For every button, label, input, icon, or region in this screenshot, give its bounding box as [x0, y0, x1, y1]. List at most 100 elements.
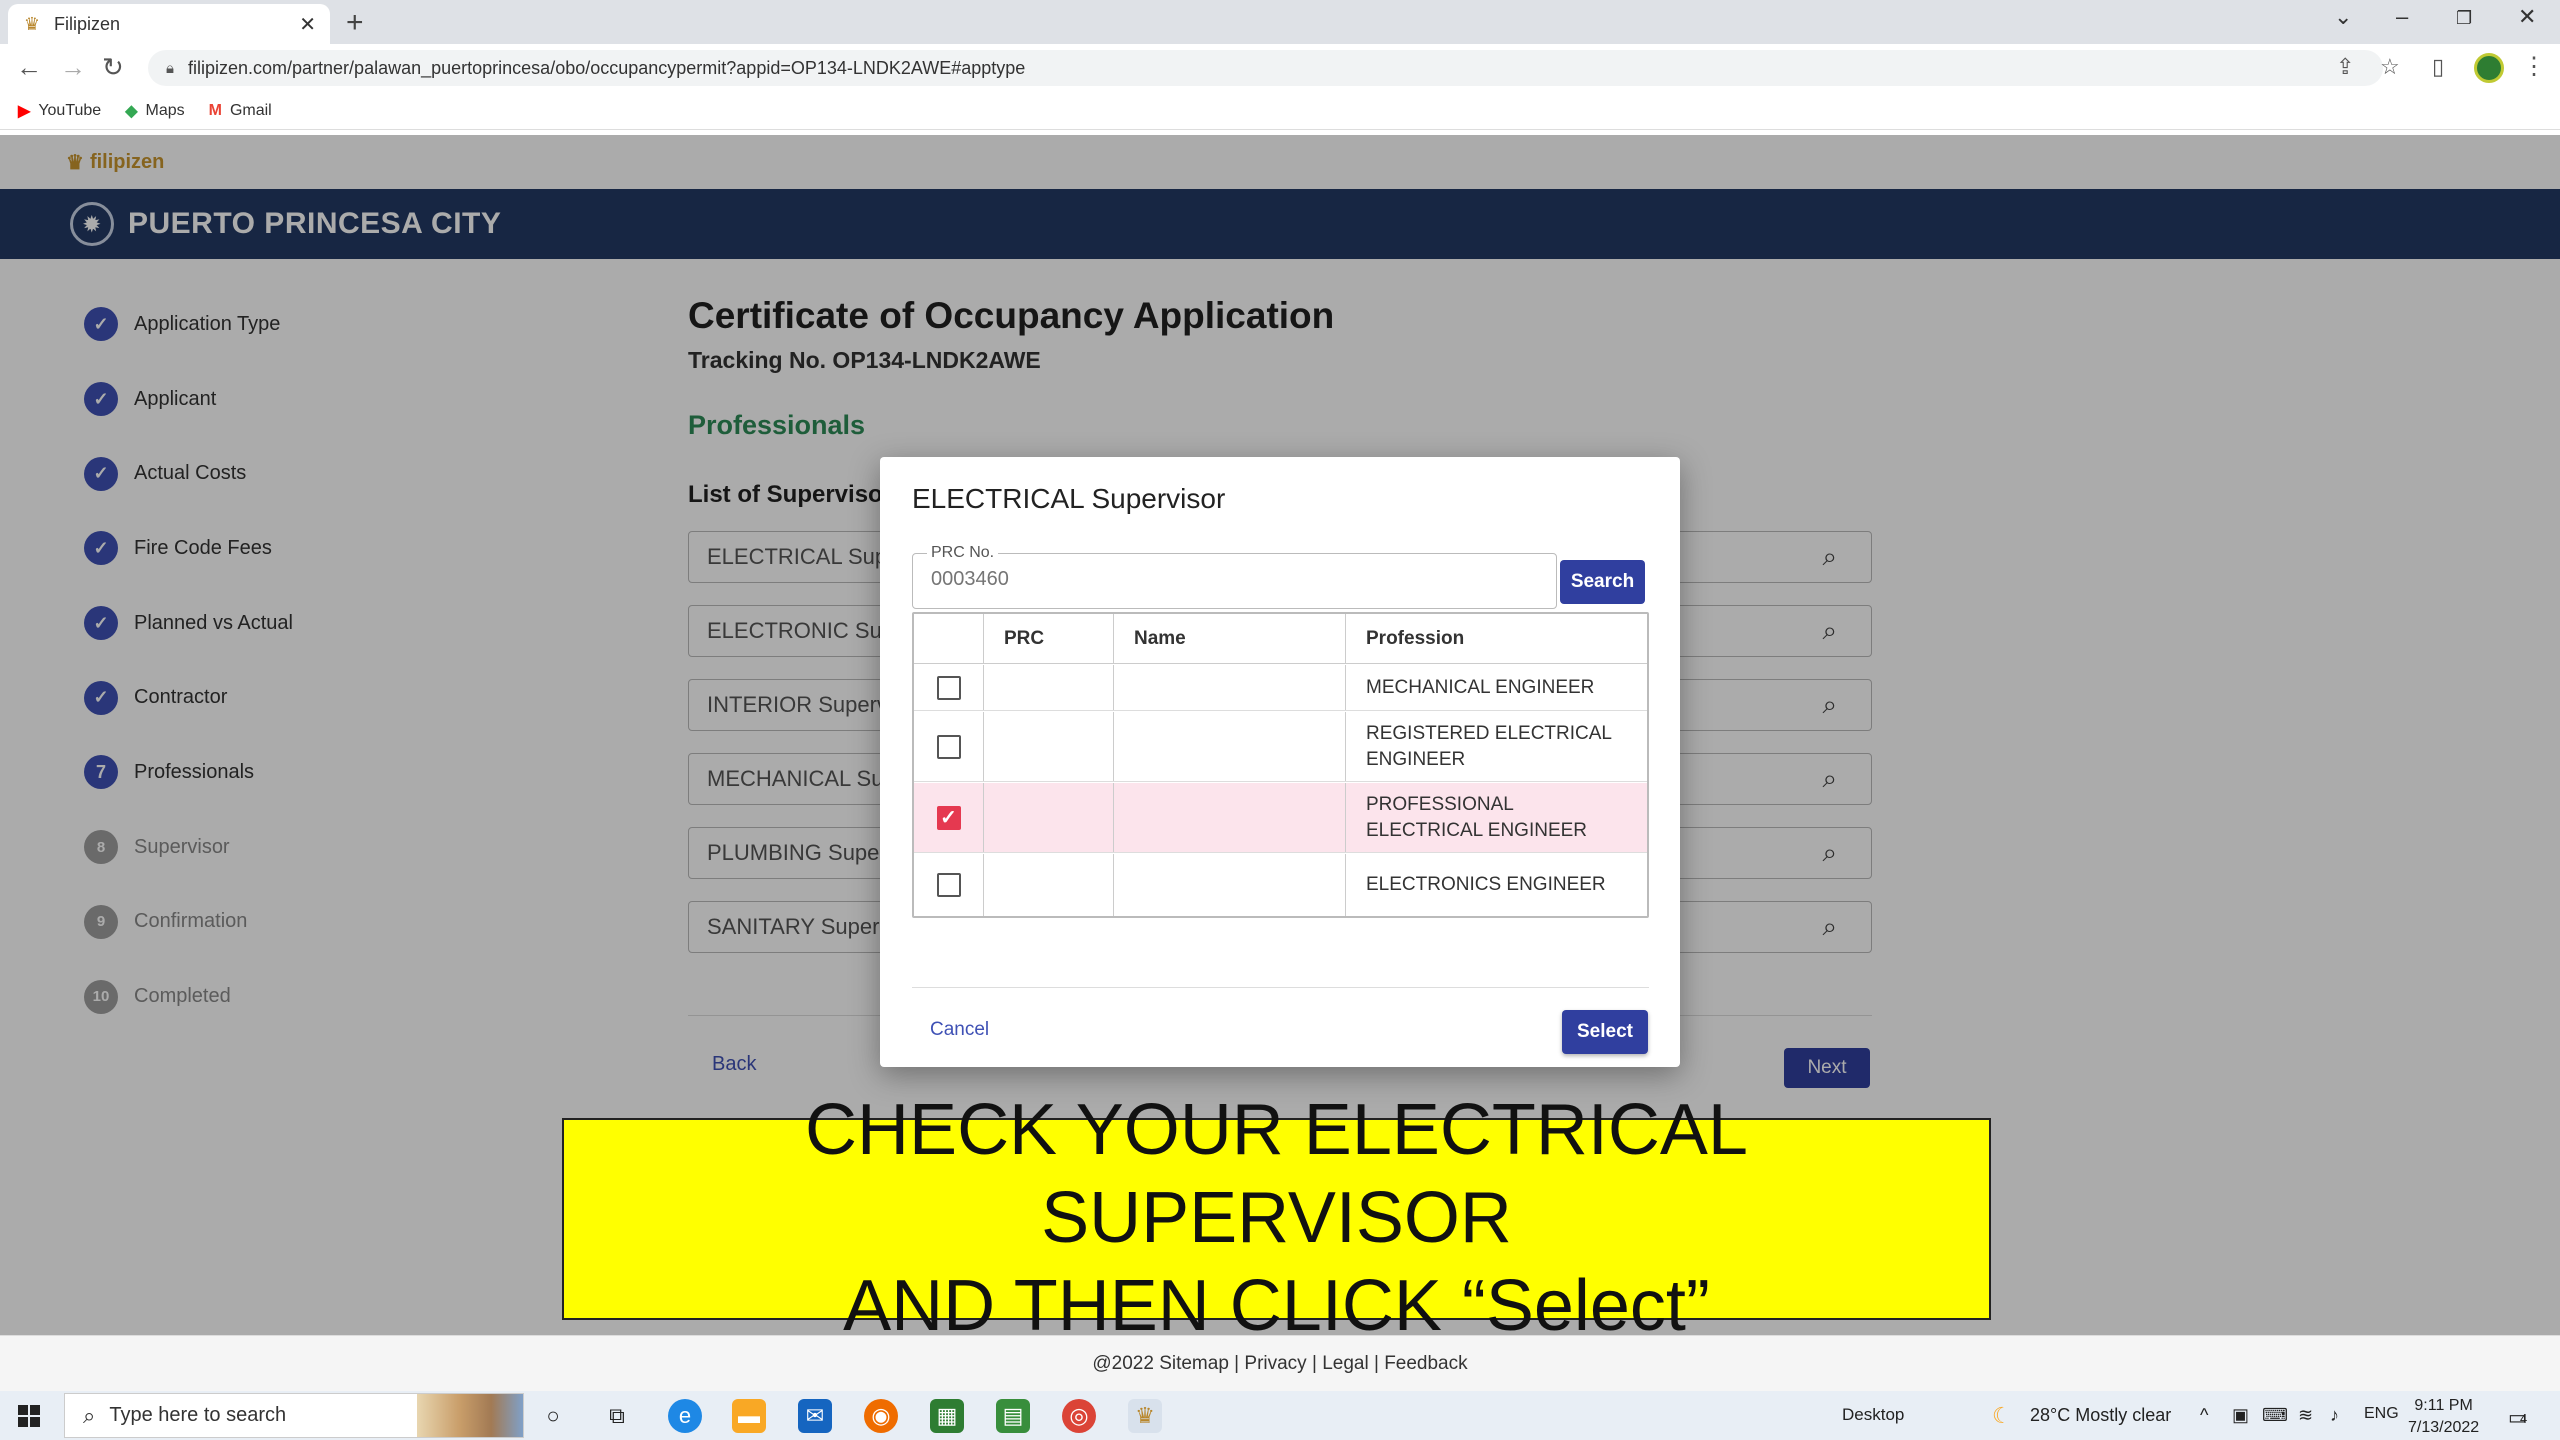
name-cell	[1114, 783, 1346, 852]
bookmark-gmail[interactable]: M Gmail	[209, 102, 272, 120]
dialog-title: ELECTRICAL Supervisor	[912, 483, 1226, 514]
legal-link[interactable]: Legal	[1322, 1353, 1369, 1375]
windows-start-icon[interactable]	[18, 1405, 40, 1427]
share-icon[interactable]: ⇪	[2336, 54, 2354, 80]
prc-label: PRC No.	[927, 544, 999, 562]
bookmark-label: Gmail	[229, 101, 272, 119]
prc-field: PRC No.	[912, 544, 1557, 609]
back-arrow-icon[interactable]: ←	[16, 52, 42, 83]
time: 9:11 PM	[2414, 1397, 2473, 1414]
browser-toolbar: ← → ↻ 🔒︎ filipizen.com/partner/palawan_p…	[0, 44, 2560, 92]
profession-cell: PROFESSIONAL ELECTRICAL ENGINEER	[1366, 793, 1588, 841]
url-text: filipizen.com/partner/palawan_puertoprin…	[187, 57, 1026, 78]
column-header-name: Name	[1114, 614, 1346, 663]
electrical-supervisor-dialog: ELECTRICAL Supervisor PRC No. Search PRC…	[880, 457, 1680, 1067]
search-icon: ⌕	[83, 1402, 96, 1428]
browser-tab-bar: ♛ Filipizen ✕ + ⌄ – ❐ ✕	[0, 0, 2560, 44]
spreadsheet-icon[interactable]: ▦	[930, 1399, 964, 1433]
notes-icon[interactable]: ▤	[996, 1399, 1030, 1433]
row-checkbox[interactable]	[936, 675, 961, 700]
feedback-link[interactable]: Feedback	[1384, 1353, 1467, 1375]
select-column-header	[914, 614, 984, 663]
taskbar-search-placeholder: Type here to search	[109, 1404, 287, 1426]
search-highlight-art	[417, 1394, 523, 1437]
language-indicator[interactable]: ENG	[2364, 1405, 2399, 1423]
window-close-icon[interactable]: ✕	[2518, 4, 2536, 30]
browser-menu-icon[interactable]: ⋮	[2522, 52, 2546, 81]
search-button[interactable]: Search	[1560, 560, 1645, 604]
profession-cell: REGISTERED ELECTRICAL ENGINEER	[1366, 722, 1612, 770]
network-icon[interactable]: ▣	[2232, 1405, 2249, 1426]
reload-icon[interactable]: ↻	[102, 52, 124, 83]
row-checkbox[interactable]	[936, 873, 961, 897]
weather-icon: ☾	[1992, 1403, 2012, 1428]
prc-cell	[984, 783, 1114, 852]
tab-close-icon[interactable]: ✕	[299, 12, 316, 37]
ime-icon[interactable]: ⌨	[2262, 1405, 2288, 1426]
professionals-table: PRC Name Profession MECHANICAL ENGINEER …	[912, 612, 1649, 918]
address-bar[interactable]: 🔒︎ filipizen.com/partner/palawan_puertop…	[148, 50, 2383, 86]
tab-search-chevron-icon[interactable]: ⌄	[2334, 4, 2352, 30]
column-header-profession: Profession	[1366, 627, 1465, 649]
table-row[interactable]: REGISTERED ELECTRICAL ENGINEER	[914, 712, 1647, 782]
bookmark-star-icon[interactable]: ☆	[2380, 54, 2400, 80]
restore-icon[interactable]: ❐	[2456, 8, 2472, 29]
wifi-icon[interactable]: ≋	[2298, 1405, 2313, 1426]
filipizen-favicon-icon: ♛	[23, 14, 41, 34]
cortana-icon[interactable]: ○	[536, 1399, 570, 1433]
browser-tab[interactable]: ♛ Filipizen ✕	[8, 4, 330, 44]
table-row[interactable]: ELECTRONICS ENGINEER	[914, 854, 1647, 916]
prc-input[interactable]	[931, 568, 1531, 591]
prc-cell	[984, 854, 1114, 916]
dialog-divider	[912, 987, 1649, 988]
youtube-icon: ▶	[18, 102, 31, 120]
bookmark-label: YouTube	[38, 101, 102, 119]
profession-cell: MECHANICAL ENGINEER	[1366, 676, 1595, 698]
sitemap-link[interactable]: Sitemap	[1159, 1353, 1229, 1375]
row-checkbox[interactable]	[936, 734, 961, 759]
taskbar-search[interactable]: ⌕ Type here to search	[64, 1393, 524, 1438]
desktop-label[interactable]: Desktop	[1842, 1405, 1904, 1425]
name-cell	[1114, 712, 1346, 781]
weather-text[interactable]: 28°C Mostly clear	[2030, 1405, 2171, 1426]
volume-icon[interactable]: ♪	[2330, 1405, 2339, 1426]
instruction-line-1: CHECK YOUR ELECTRICAL SUPERVISOR	[805, 1090, 1748, 1259]
side-panel-icon[interactable]: ▯	[2432, 54, 2444, 80]
firefox-icon[interactable]: ◉	[864, 1399, 898, 1433]
profession-cell: ELECTRONICS ENGINEER	[1366, 874, 1606, 896]
copyright: @2022	[1092, 1352, 1154, 1374]
edge-icon[interactable]: e	[668, 1399, 702, 1433]
notification-count: 4	[2520, 1411, 2528, 1426]
instruction-banner: CHECK YOUR ELECTRICAL SUPERVISOR AND THE…	[562, 1090, 1991, 1346]
chrome-icon[interactable]: ◎	[1062, 1399, 1096, 1433]
tab-title: Filipizen	[54, 13, 121, 34]
privacy-link[interactable]: Privacy	[1244, 1353, 1306, 1375]
new-tab-button[interactable]: +	[346, 6, 364, 40]
forward-arrow-icon[interactable]: →	[60, 52, 86, 83]
name-cell	[1114, 665, 1346, 710]
select-button[interactable]: Select	[1562, 1010, 1648, 1054]
table-header: PRC Name Profession	[914, 614, 1647, 664]
bookmark-youtube[interactable]: ▶ YouTube	[18, 101, 101, 121]
clock[interactable]: 9:11 PM 7/13/2022	[2408, 1395, 2479, 1440]
mail-icon[interactable]: ✉	[798, 1399, 832, 1433]
cancel-button[interactable]: Cancel	[930, 1019, 989, 1041]
filipizen-app-icon[interactable]: ♛	[1128, 1399, 1162, 1433]
site-footer: @2022 Sitemap | Privacy | Legal | Feedba…	[0, 1335, 2560, 1391]
profile-avatar[interactable]	[2474, 53, 2504, 83]
bookmark-maps[interactable]: ◆ Maps	[125, 101, 184, 121]
row-checkbox-checked[interactable]: ✓	[936, 805, 961, 830]
date: 7/13/2022	[2408, 1419, 2480, 1437]
minimize-icon[interactable]: –	[2396, 4, 2408, 30]
maps-icon: ◆	[125, 102, 138, 120]
tray-chevron-icon[interactable]: ^	[2200, 1405, 2208, 1426]
name-cell	[1114, 854, 1346, 916]
windows-taskbar: ⌕ Type here to search ○ ⧉ e ▬ ✉ ◉ ▦ ▤ ◎ …	[0, 1391, 2560, 1440]
lock-icon: 🔒︎	[166, 59, 174, 77]
table-row-selected[interactable]: ✓ PROFESSIONAL ELECTRICAL ENGINEER	[914, 783, 1647, 853]
prc-cell	[984, 712, 1114, 781]
table-row[interactable]: MECHANICAL ENGINEER	[914, 665, 1647, 711]
gmail-icon: M	[208, 101, 222, 119]
file-explorer-icon[interactable]: ▬	[732, 1399, 766, 1433]
task-view-icon[interactable]: ⧉	[600, 1399, 634, 1433]
